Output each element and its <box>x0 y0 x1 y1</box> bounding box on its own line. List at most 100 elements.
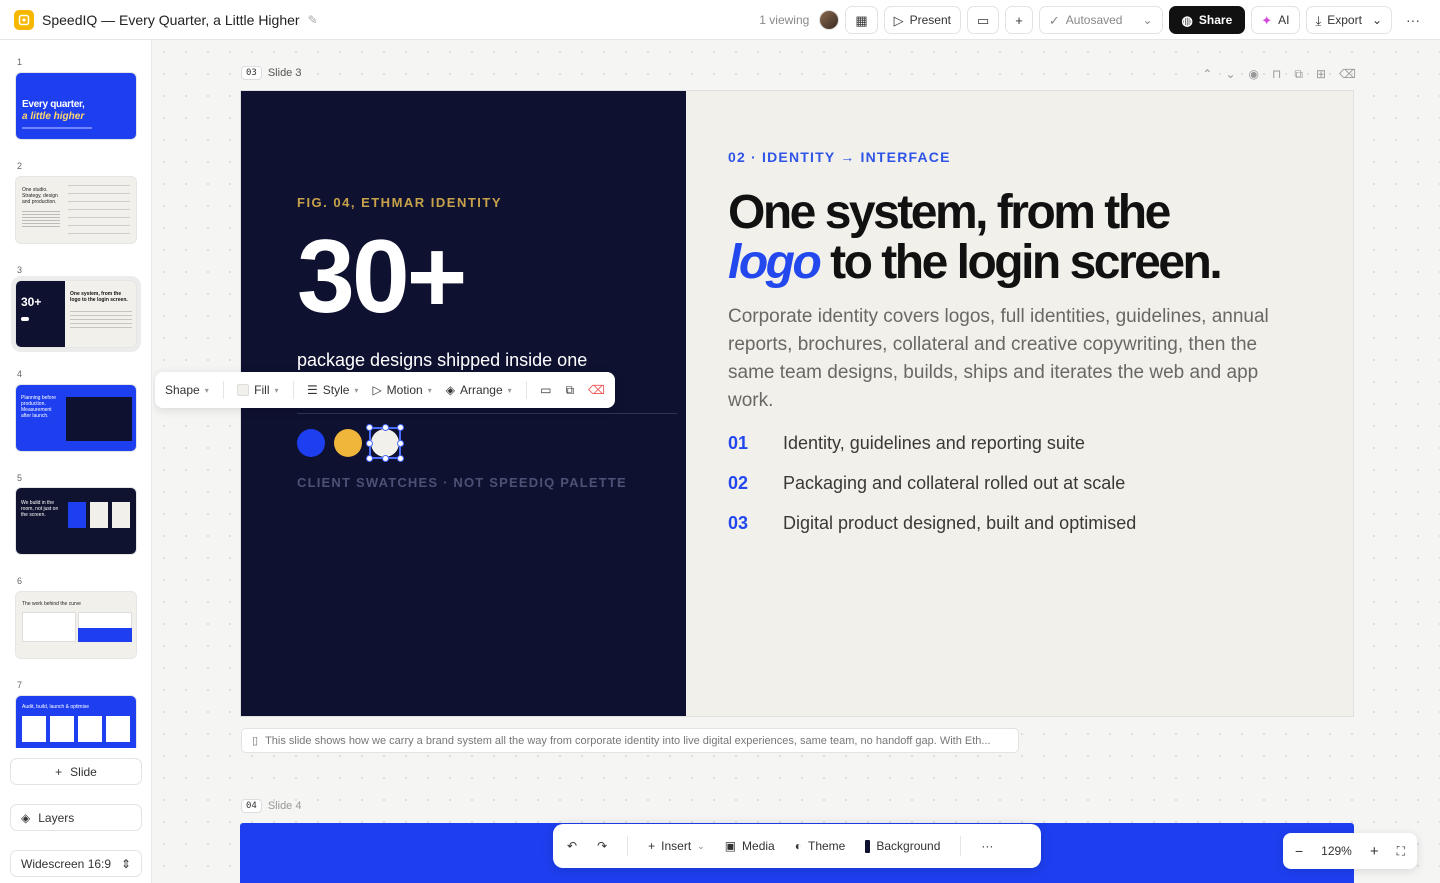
resize-handle[interactable] <box>397 440 404 447</box>
thumb-subtitle: One system, from the logo to the login s… <box>70 291 128 303</box>
selection-box[interactable] <box>366 424 404 462</box>
zoom-out-icon[interactable]: − <box>1295 843 1303 859</box>
motion-label: Motion <box>386 383 423 397</box>
section-eyebrow[interactable]: 02 · IDENTITY → INTERFACE <box>728 149 951 165</box>
more-menu-icon[interactable]: ··· <box>981 839 993 853</box>
shape-menu[interactable]: Shape ▾ <box>165 383 209 397</box>
thumb-card <box>68 502 86 528</box>
viewers-count: 1 viewing <box>759 13 810 27</box>
more-menu-icon[interactable]: ··· <box>1398 12 1428 28</box>
media-button[interactable]: ▣ Media <box>725 839 775 853</box>
zoom-controls: − 129% + ⛶ <box>1283 833 1417 869</box>
slide-thumbnail-6[interactable]: The work behind the curve <box>15 591 137 659</box>
comment-button[interactable]: ▭ <box>966 6 1000 34</box>
caret-icon: ▾ <box>354 385 359 395</box>
theme-button[interactable]: ◐ Theme <box>795 839 846 853</box>
move-up-icon[interactable]: ⌃ <box>1202 67 1212 82</box>
insert-button[interactable]: + Insert ⌄ <box>648 839 705 853</box>
slide-body-text[interactable]: Corporate identity covers logos, full id… <box>728 303 1308 415</box>
zoom-level[interactable]: 129% <box>1321 844 1352 858</box>
avatar[interactable] <box>819 10 840 30</box>
trash-icon[interactable]: ⌫ <box>1339 67 1356 82</box>
move-down-icon[interactable]: ⌄ <box>1225 67 1235 82</box>
fullscreen-icon[interactable]: ⛶ <box>1397 844 1405 859</box>
autosaved-status[interactable]: ✓ Autosaved ⌄ <box>1038 6 1163 34</box>
list-item[interactable]: 03 Digital product designed, built and o… <box>728 513 1136 534</box>
redo-icon[interactable]: ↷ <box>597 839 607 853</box>
document-title[interactable]: SpeedIQ — Every Quarter, a Little Higher <box>42 12 300 28</box>
add-slide-button[interactable]: + Slide <box>10 758 142 785</box>
slide-thumbnail-5[interactable]: We build in the room, not just on the sc… <box>15 487 137 555</box>
comment-icon[interactable]: ▭ <box>540 383 551 397</box>
layers-label: Layers <box>38 810 75 825</box>
slide-headline[interactable]: One system, from the logo to the login s… <box>728 188 1328 288</box>
edit-title-icon[interactable]: ✎ <box>308 13 318 27</box>
add-button[interactable]: + <box>1005 6 1033 34</box>
plus-icon: + <box>55 764 63 779</box>
figure-caption[interactable]: FIG. 04, ETHMAR IDENTITY <box>297 195 502 210</box>
slide-thumbnail-3[interactable]: 30+ One system, from the logo to the log… <box>15 280 137 348</box>
duplicate-icon[interactable]: ⧉ <box>1294 67 1303 82</box>
speaker-notes[interactable]: ▯ This slide shows how we carry a brand … <box>241 728 1019 753</box>
thumb-dark-box <box>66 397 132 441</box>
slide-thumbnail-7[interactable]: Audit, build, launch & optimise <box>15 695 137 748</box>
separator <box>960 836 962 856</box>
chevron-down-icon: ⌄ <box>697 840 705 851</box>
trash-icon[interactable]: ⌫ <box>588 383 605 397</box>
layers-icon: ◈ <box>21 810 31 825</box>
undo-icon[interactable]: ↶ <box>567 839 577 853</box>
thumb-number: 4 <box>17 369 23 379</box>
slide-label: Slide 4 <box>267 800 302 812</box>
stat-description[interactable]: package designs shipped inside one <box>297 350 587 371</box>
slide-thumbnail-4[interactable]: Planning before production. Measurement … <box>15 384 137 452</box>
list-item[interactable]: 01 Identity, guidelines and reporting su… <box>728 433 1085 454</box>
layers-button[interactable]: ◈ Layers <box>10 804 142 831</box>
resize-handle[interactable] <box>366 424 373 431</box>
app-logo-icon[interactable] <box>14 9 34 30</box>
divider-line <box>297 413 677 414</box>
sliders-icon: ☰ <box>306 383 318 397</box>
lock-icon[interactable]: ⊓ <box>1272 67 1281 82</box>
resize-handle[interactable] <box>397 424 404 431</box>
slide-3-header: 03 Slide 3 <box>241 66 301 80</box>
add-slide-icon[interactable]: ⊞ <box>1316 67 1326 82</box>
bottom-toolbar: ↶ ↷ + Insert ⌄ ▣ Media ◐ Theme Background ··… <box>553 824 1041 868</box>
list-text: Identity, guidelines and reporting suite <box>783 433 1085 453</box>
duplicate-icon[interactable]: ⧉ <box>565 383 574 398</box>
resize-handle[interactable] <box>397 455 404 462</box>
motion-menu[interactable]: ▷ Motion ▾ <box>372 383 431 397</box>
list-item[interactable]: 02 Packaging and collateral rolled out a… <box>728 473 1125 494</box>
slide-format-select[interactable]: Widescreen 16:9 ⇕ <box>10 850 142 877</box>
caret-icon: ▾ <box>274 385 279 395</box>
slide-thumbnail-1[interactable]: Every quarter, a little higher <box>15 72 137 140</box>
style-label: Style <box>322 383 350 397</box>
swatch-blue[interactable] <box>297 429 325 457</box>
arrange-label: Arrange <box>459 383 503 397</box>
resize-handle[interactable] <box>366 455 373 462</box>
big-stat[interactable]: 30+ <box>297 225 467 329</box>
swatch-gold[interactable] <box>334 429 362 457</box>
swatch-caption[interactable]: CLIENT SWATCHES · NOT SPEEDIQ PALETTE <box>297 475 627 490</box>
ai-button[interactable]: ✦ AI <box>1251 6 1300 34</box>
style-menu[interactable]: ☰ Style ▾ <box>307 383 358 397</box>
resize-handle[interactable] <box>382 455 389 462</box>
thumb-card <box>90 502 108 528</box>
slide-thumbnail-2[interactable]: One studio. Strategy, design and product… <box>15 176 137 244</box>
present-button[interactable]: ▷ Present <box>883 6 961 34</box>
export-button[interactable]: ⤓ Export ⌄ <box>1305 6 1392 34</box>
resize-handle[interactable] <box>366 440 373 447</box>
zoom-in-icon[interactable]: + <box>1370 843 1379 860</box>
slide-thumbnail-list[interactable]: 1 Every quarter, a little higher 2 One s… <box>0 40 152 748</box>
arrange-menu[interactable]: ◈ Arrange ▾ <box>446 383 512 397</box>
thumb-card-fill <box>78 628 132 642</box>
plus-icon: + <box>1015 12 1023 28</box>
caret-icon: ▾ <box>204 385 209 395</box>
fill-menu[interactable]: Fill ▾ <box>237 383 279 397</box>
share-button[interactable]: ◍ Share <box>1168 6 1246 34</box>
thumb-dark-panel <box>16 281 65 347</box>
background-button[interactable]: Background <box>865 839 940 853</box>
eye-icon[interactable]: ◉ <box>1249 67 1259 82</box>
grid-view-button[interactable]: ▦ <box>845 6 878 34</box>
resize-handle[interactable] <box>382 424 389 431</box>
editor-canvas[interactable]: 03 Slide 3 ⌃ ⌄ ◉ ⊓ ⧉ ⊞ ⌫ FIG. 04, ETHMAR… <box>153 41 1440 883</box>
